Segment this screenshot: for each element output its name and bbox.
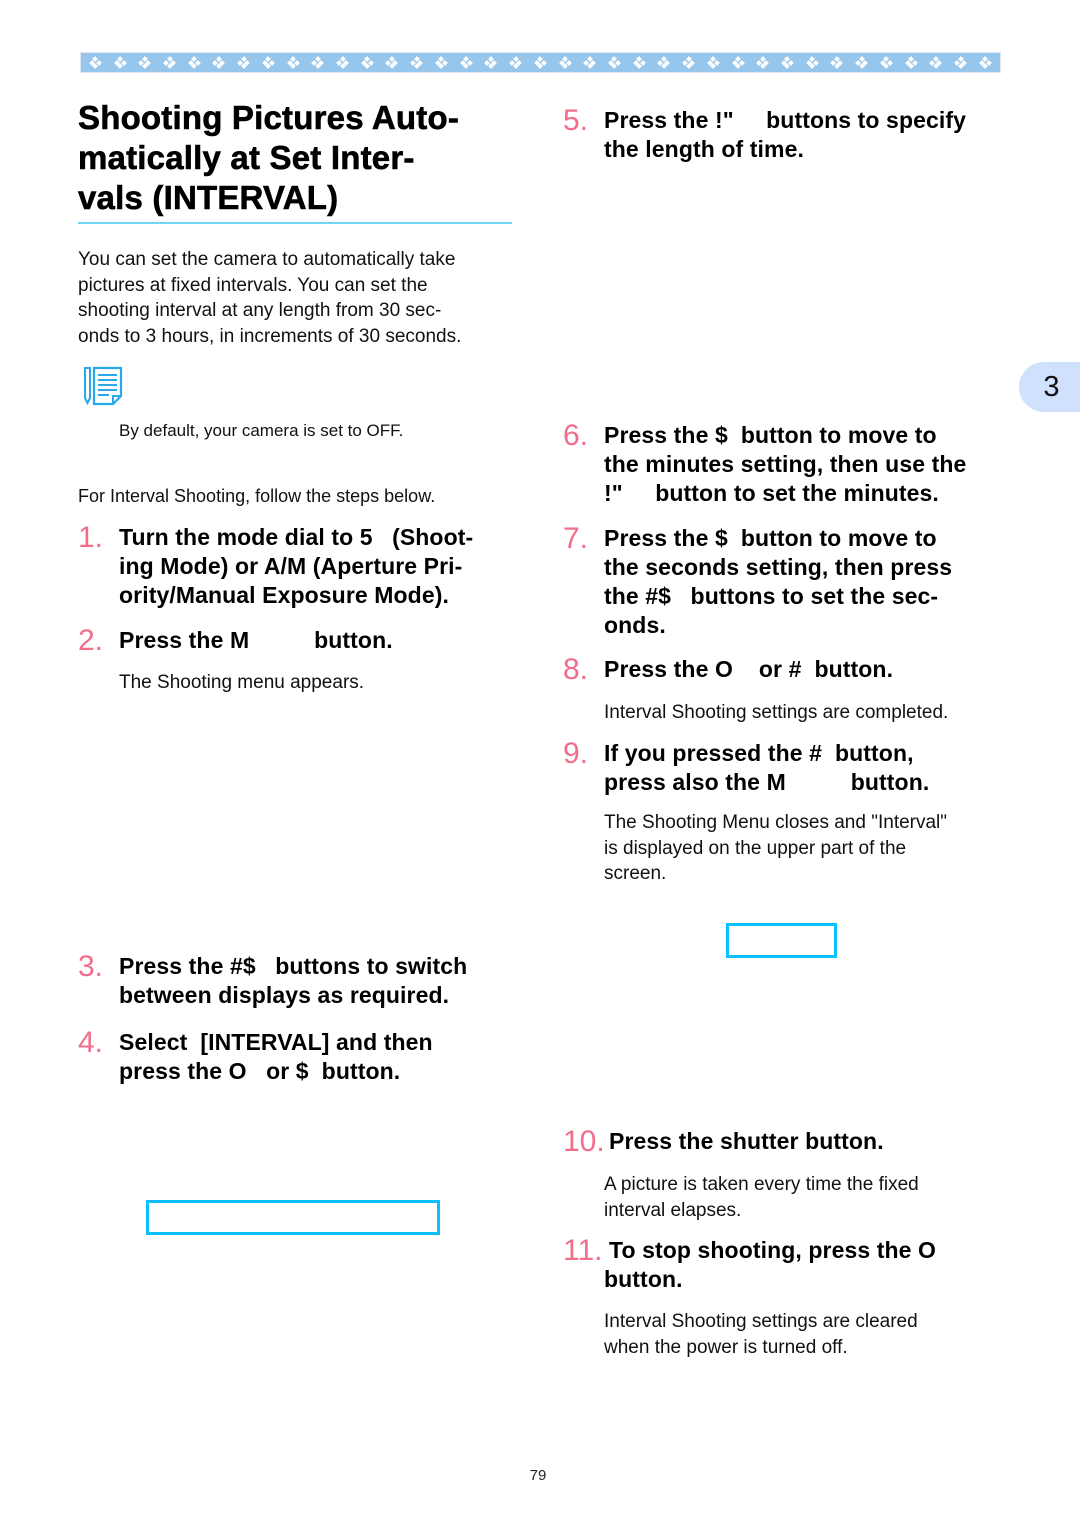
- step-number: 4.: [78, 1026, 104, 1059]
- step-number: 5.: [563, 104, 589, 137]
- step-6: 6. Press the $ button to move to the minu…: [563, 421, 1003, 508]
- intro-line: pictures at fixed intervals. You can set…: [78, 274, 428, 296]
- interval-indicator-frame: [726, 923, 837, 958]
- title-line: matically at Set Inter-: [78, 139, 415, 177]
- diamond-ornament-icon: [558, 56, 572, 69]
- diamond-ornament-icon: [830, 56, 844, 69]
- diamond-ornament-icon: [855, 56, 868, 69]
- diamond-ornament-icon: [262, 56, 275, 69]
- note-text: By default, your camera is set to OFF.: [119, 421, 404, 440]
- step-instruction: Press the !" buttons to specify the lengt…: [604, 107, 967, 162]
- diamond-ornament-icon: [410, 56, 424, 69]
- step-instruction: If you pressed the # button, press also t…: [604, 740, 930, 795]
- diamond-ornament-icon: [89, 56, 102, 69]
- step-1: 1. Turn the mode dial to 5 (Shoot-ing Mo…: [78, 523, 518, 610]
- diamond-ornament-icon: [682, 56, 695, 69]
- intro-line: shooting interval at any length from 30 …: [78, 300, 442, 321]
- diamond-ornament-icon: [385, 56, 399, 69]
- step-4: 4. Select [INTERVAL] and then press the O…: [78, 1028, 518, 1086]
- step-number: 8.: [563, 653, 589, 686]
- menu-highlight-frame: [146, 1200, 440, 1235]
- step-number: 1.: [78, 521, 104, 554]
- memo-note-icon: [82, 366, 126, 406]
- diamond-ornament-icon: [286, 56, 300, 69]
- step-instruction: Press the $ button to move to the seconds…: [604, 525, 953, 638]
- diamond-ornament-icon: [212, 56, 226, 69]
- step-number: 9.: [563, 737, 589, 770]
- intro-paragraph: You can set the camera to automatically …: [78, 247, 518, 349]
- diamond-ornament-icon: [509, 56, 522, 69]
- diamond-ornament-icon: [657, 56, 671, 69]
- step-number: 2.: [78, 624, 104, 657]
- diamond-ornament-icon: [459, 56, 473, 69]
- diamond-ornament-icon: [311, 56, 325, 69]
- diamond-ornament-icon: [608, 56, 621, 69]
- step-instruction: Turn the mode dial to 5 (Shoot-ing Mode)…: [119, 524, 474, 608]
- diamond-ornament-icon: [954, 56, 967, 69]
- step-instruction: Press the $ button to move to the minutes…: [604, 422, 967, 506]
- step-10: 10. Press the shutter button.: [563, 1125, 1013, 1158]
- step-2: 2. Press the M button.: [78, 624, 518, 657]
- step-11: 11. To stop shooting, press the Obutton.: [563, 1236, 1013, 1294]
- title-underline: [78, 222, 512, 224]
- title-line: Shooting Pictures Auto-: [78, 99, 460, 137]
- step-instruction: Press the O or # button.: [604, 656, 894, 682]
- diamond-ornament-icon: [781, 56, 794, 69]
- diamond-ornament-icon: [929, 56, 943, 69]
- step-instruction: Press the M button.: [119, 627, 393, 653]
- step-number: 6.: [563, 419, 589, 452]
- diamond-ornament-icon: [187, 56, 201, 69]
- step-7: 7. Press the $ button to move to the seco…: [563, 524, 1003, 640]
- step-2-description: The Shooting menu appears.: [119, 672, 365, 693]
- diamond-ornament-icon: [583, 56, 597, 69]
- step-instruction: Press the shutter button.: [609, 1128, 884, 1154]
- header-banner: [80, 52, 1001, 73]
- diamond-ornament-icon: [632, 56, 646, 69]
- diamond-ornament-icon: [880, 56, 893, 69]
- diamond-ornament-icon: [237, 56, 251, 69]
- diamond-ornament-icon: [756, 56, 770, 69]
- lead-in-text: For Interval Shooting, follow the steps …: [78, 486, 436, 506]
- step-5: 5. Press the !" buttons to specify the le…: [563, 106, 1003, 164]
- diamond-ornament-icon: [706, 56, 720, 69]
- diamond-ornament-icon: [731, 56, 745, 69]
- step-8-description: Interval Shooting settings are completed…: [604, 702, 949, 723]
- intro-line: onds to 3 hours, in increments of 30 sec…: [78, 325, 462, 347]
- intro-line: You can set the camera to automatically …: [78, 249, 456, 270]
- diamond-ornament-icon: [978, 56, 992, 69]
- step-9-description: The Shooting Menu closes and "Interval" i…: [604, 812, 948, 884]
- step-instruction: Select [INTERVAL] and then press the O or…: [119, 1029, 433, 1084]
- diamond-ornament-icon: [484, 56, 498, 69]
- page-number: 79: [529, 1467, 547, 1484]
- step-10-description: A picture is taken every time the fixed i…: [604, 1174, 919, 1221]
- step-11-description: Interval Shooting settings are cleared wh…: [604, 1311, 918, 1358]
- step-8: 8. Press the O or # button.: [563, 653, 1003, 686]
- diamond-ornament-icon: [163, 56, 176, 69]
- diamond-ornament-icon: [805, 56, 819, 69]
- diamond-ornament-icon: [904, 56, 918, 69]
- diamond-ornament-icon: [435, 56, 448, 69]
- step-9: 9. If you pressed the # button, press als…: [563, 739, 1003, 797]
- step-number: 3.: [78, 950, 104, 983]
- page-title: Shooting Pictures Auto- matically at Set…: [78, 98, 518, 218]
- diamond-ornament-icon: [138, 56, 152, 69]
- diamond-ornament-icon: [113, 56, 127, 69]
- step-number: 7.: [563, 522, 589, 555]
- chapter-tab[interactable]: 3: [1019, 362, 1080, 412]
- diamond-ornament-icon: [360, 56, 374, 69]
- diamond-ornament-icon: [336, 56, 349, 69]
- step-3: 3. Press the #$ buttons to switch between…: [78, 952, 518, 1010]
- step-instruction: Press the #$ buttons to switch between di…: [119, 953, 468, 1008]
- step-number: 11.: [563, 1234, 603, 1267]
- step-number: 10.: [563, 1125, 605, 1158]
- step-instruction: To stop shooting, press the Obutton.: [604, 1237, 937, 1292]
- title-line: vals (INTERVAL): [78, 179, 339, 217]
- diamond-ornament-icon: [533, 56, 547, 69]
